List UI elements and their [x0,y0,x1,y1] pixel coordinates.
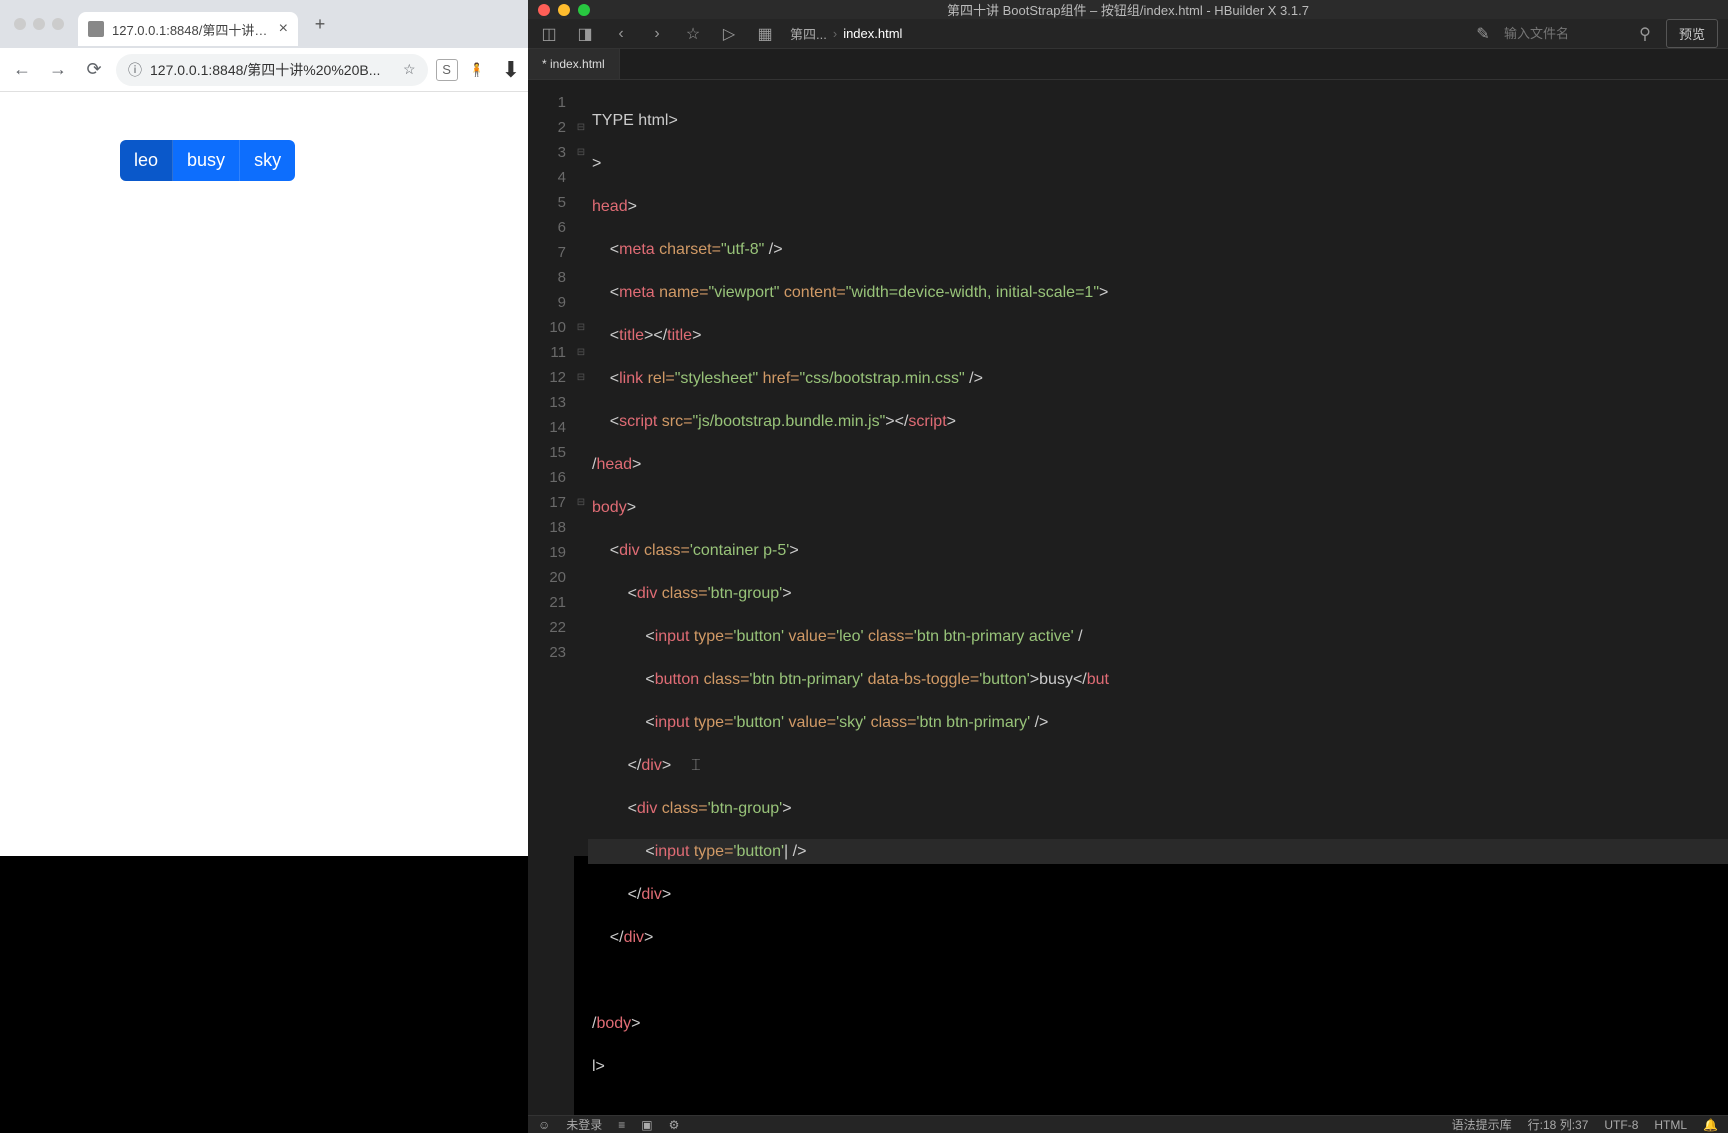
ide-window: 第四十讲 BootStrap组件 – 按钮组/index.html - HBui… [528,0,1728,856]
address-bar[interactable]: ⓘ 127.0.0.1:8848/第四十讲%20%20B... ☆ [116,54,428,86]
traffic-lights [8,18,70,30]
url-text: 127.0.0.1:8848/第四十讲%20%20B... [150,60,395,80]
back-button[interactable]: ← [8,56,36,84]
minimize-icon[interactable] [33,18,45,30]
breadcrumb: 第四... › index.html [790,24,902,43]
star-icon[interactable]: ☆ [682,24,704,44]
code-editor[interactable]: 1234567891011121314151617181920212223 ⊟⊟… [528,80,1728,1115]
chevron-right-icon: › [833,26,837,41]
leo-button[interactable]: leo [120,140,173,181]
back-icon[interactable]: ‹ [610,25,632,43]
close-tab-icon[interactable]: × [279,20,288,38]
window-title: 第四十讲 BootStrap组件 – 按钮组/index.html - HBui… [947,0,1309,19]
extension-icon[interactable]: 🧍 [466,59,488,81]
list-icon[interactable]: ≡ [618,1118,625,1132]
folder-icon[interactable]: ▦ [754,24,776,44]
gear-icon[interactable]: ⚙ [669,1118,680,1132]
syntax-hint[interactable]: 语法提示库 [1452,1116,1512,1133]
extension-icon[interactable]: S [436,59,458,81]
ide-titlebar: 第四十讲 BootStrap组件 – 按钮组/index.html - HBui… [528,0,1728,19]
file-search-input[interactable] [1504,26,1624,41]
code-area[interactable]: TYPE html> > head> <meta charset="utf-8"… [588,80,1728,1115]
browser-window: 127.0.0.1:8848/第四十讲 Boot × + ← → ⟳ ⓘ 127… [0,0,528,856]
language-mode[interactable]: HTML [1654,1118,1687,1132]
file-tab[interactable]: * index.html [528,49,620,79]
page-content: leo busy sky [0,92,528,856]
forward-icon[interactable]: › [646,25,668,43]
bookmark-star-icon[interactable]: ☆ [403,61,416,78]
close-icon[interactable] [538,4,550,16]
busy-button[interactable]: busy [173,140,240,181]
button-group: leo busy sky [120,140,295,181]
fold-column[interactable]: ⊟⊟⊟⊟⊟⊟ [574,80,588,1115]
filter-icon[interactable]: ⚲ [1634,24,1656,44]
panel-icon[interactable]: ◨ [574,24,596,44]
favicon-icon [88,21,104,37]
forward-button[interactable]: → [44,56,72,84]
preview-button[interactable]: 预览 [1666,19,1718,48]
new-tab-button[interactable]: + [306,10,334,38]
text-cursor-icon: ⌶ [691,757,701,774]
status-bar: ☺ 未登录 ≡ ▣ ⚙ 语法提示库 行:18 列:37 UTF-8 HTML 🔔 [528,1115,1728,1133]
cursor-position[interactable]: 行:18 列:37 [1528,1116,1589,1133]
maximize-icon[interactable] [578,4,590,16]
terminal-icon[interactable]: ▣ [641,1118,652,1132]
editor-tabbar: * index.html [528,49,1728,80]
reload-button[interactable]: ⟳ [80,56,108,84]
user-icon[interactable]: ☺ [538,1118,550,1132]
run-icon[interactable]: ▷ [718,24,740,44]
browser-tabstrip: 127.0.0.1:8848/第四十讲 Boot × + [0,0,528,48]
edit-icon[interactable]: ✎ [1472,24,1494,44]
tab-title: 127.0.0.1:8848/第四十讲 Boot [112,20,271,39]
encoding[interactable]: UTF-8 [1604,1118,1638,1132]
bell-icon[interactable]: 🔔 [1703,1118,1718,1132]
login-status[interactable]: 未登录 [566,1116,602,1133]
minimize-icon[interactable] [558,4,570,16]
ide-toolbar: ◫ ◨ ‹ › ☆ ▷ ▦ 第四... › index.html ✎ ⚲ 预览 [528,19,1728,49]
download-icon[interactable]: ⬇ [496,57,520,83]
breadcrumb-folder[interactable]: 第四... [790,24,827,43]
info-icon: ⓘ [128,60,142,80]
panel-icon[interactable]: ◫ [538,24,560,44]
breadcrumb-file[interactable]: index.html [843,26,902,41]
close-icon[interactable] [14,18,26,30]
maximize-icon[interactable] [52,18,64,30]
traffic-lights [538,4,590,16]
line-gutter: 1234567891011121314151617181920212223 [528,80,574,1115]
browser-tab[interactable]: 127.0.0.1:8848/第四十讲 Boot × [78,12,298,46]
sky-button[interactable]: sky [240,140,295,181]
browser-toolbar: ← → ⟳ ⓘ 127.0.0.1:8848/第四十讲%20%20B... ☆ … [0,48,528,92]
